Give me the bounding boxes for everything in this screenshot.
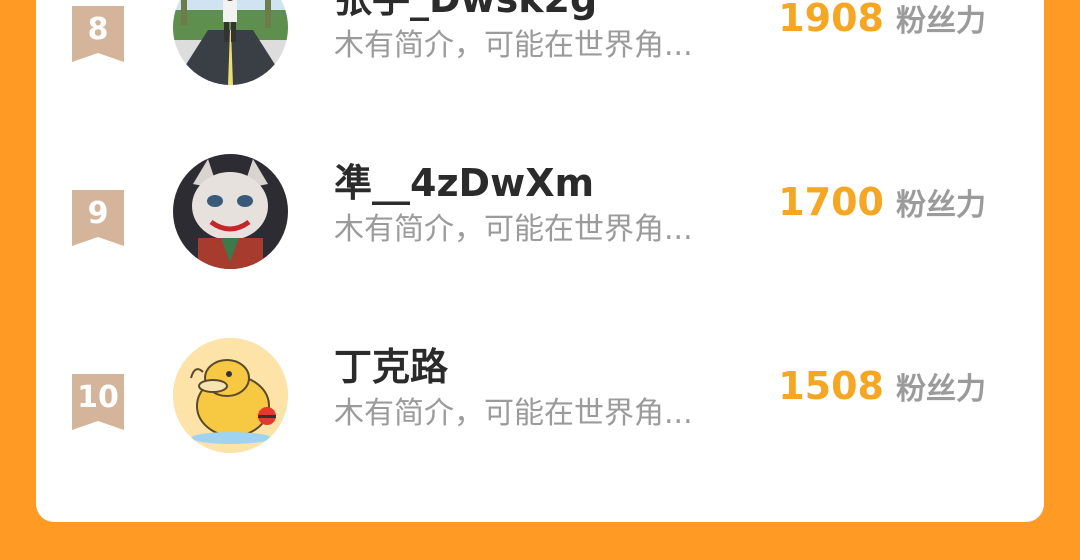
list-item[interactable]: 10 丁克路 木有简介，可能在世界角... 1508 粉丝力	[36, 338, 1044, 496]
fan-score: 1908 粉丝力	[778, 0, 986, 40]
user-name: 凖__4zDwXm	[334, 161, 595, 205]
fan-score-value: 1908	[778, 0, 884, 40]
rank-badge: 10	[72, 374, 124, 430]
fan-score: 1508 粉丝力	[778, 364, 986, 408]
avatar-image-joker-cat	[173, 154, 288, 269]
leaderboard-card: 8 张手_Dwsk2g 木有简介，可能在世界角... 1908 粉丝力	[36, 0, 1044, 522]
user-bio: 木有简介，可能在世界角...	[334, 212, 693, 247]
avatar[interactable]	[173, 0, 288, 85]
avatar-image-psyduck	[173, 338, 288, 453]
fan-score-value: 1700	[778, 180, 884, 224]
user-name: 丁克路	[334, 345, 449, 389]
rank-badge: 8	[72, 6, 124, 62]
fan-score-unit: 粉丝力	[896, 372, 986, 407]
fan-score-unit: 粉丝力	[896, 4, 986, 39]
list-item[interactable]: 9 凖__4zDwXm 木有简介，可能在世界角... 1700 粉丝力	[36, 154, 1044, 312]
fan-score-unit: 粉丝力	[896, 188, 986, 223]
rank-badge: 9	[72, 190, 124, 246]
fan-score-value: 1508	[778, 364, 884, 408]
list-item[interactable]: 8 张手_Dwsk2g 木有简介，可能在世界角... 1908 粉丝力	[36, 0, 1044, 128]
avatar[interactable]	[173, 338, 288, 453]
user-bio: 木有简介，可能在世界角...	[334, 28, 693, 63]
fan-score: 1700 粉丝力	[778, 180, 986, 224]
user-bio: 木有简介，可能在世界角...	[334, 396, 693, 431]
avatar-image-road	[173, 0, 288, 85]
avatar[interactable]	[173, 154, 288, 269]
